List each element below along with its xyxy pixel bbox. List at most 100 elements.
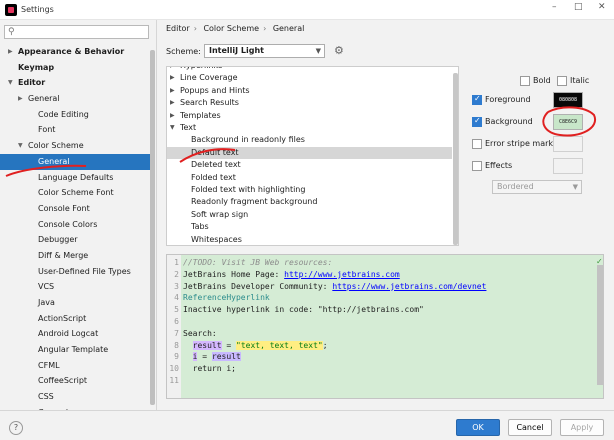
effects-checkbox[interactable] [472,161,482,171]
breadcrumb-item: Color Scheme [203,24,260,33]
sidebar-item[interactable]: Console Colors [0,217,150,233]
sidebar-item-label: Color Scheme [28,141,84,151]
effects-type-dropdown[interactable]: Bordered ▼ [492,180,582,194]
sidebar-item[interactable]: Debugger [0,232,150,248]
sidebar-item[interactable]: Language Defaults [0,170,150,186]
attribute-list-item[interactable]: Tabs [167,221,452,233]
attribute-list-item[interactable]: Default text [167,146,452,160]
attribute-list-item[interactable]: ▶ Search Results [167,97,452,109]
attribute-list-item[interactable]: Folded text [167,172,452,184]
settings-search[interactable]: ⚲ [4,25,149,39]
scheme-dropdown[interactable]: IntelliJ Light ▼ [204,44,325,58]
sidebar-item[interactable]: General [0,153,150,170]
sidebar-item[interactable]: CSS [0,389,150,405]
attribute-list-item[interactable]: ▶ Popups and Hints [167,85,452,97]
maximize-icon[interactable]: □ [574,2,583,12]
sidebar-item[interactable]: ▶ General [0,91,150,107]
sidebar-item[interactable]: ▶ Appearance & Behavior [0,44,150,60]
sidebar-item[interactable]: Keymap [0,60,150,76]
attribute-list-item[interactable]: ▼ Text [167,122,452,134]
line-number: 10 [169,364,179,374]
line-number: 9 [174,352,179,362]
foreground-color-swatch[interactable]: 080808 [553,92,583,108]
error-stripe-swatch[interactable] [553,136,583,152]
attribute-list-item[interactable]: ▶ Line Coverage [167,72,452,84]
code-line: i = result [183,352,241,362]
chevron-right-icon[interactable]: ▶ [170,85,175,97]
sidebar-item[interactable]: VCS [0,279,150,295]
error-stripe-checkbox[interactable] [472,139,482,149]
bold-checkbox[interactable] [520,76,530,86]
background-color-swatch[interactable]: C8E6C9 [553,114,583,130]
chevron-right-icon[interactable]: ▶ [170,97,175,109]
line-number: 5 [174,305,179,315]
sidebar-item[interactable]: Diff & Merge [0,248,150,264]
attribute-list-label: Readonly fragment background [191,197,318,207]
italic-checkbox[interactable] [557,76,567,86]
app-logo-icon [5,4,17,16]
settings-sidebar: ⚲ ▶ Appearance & Behavior Keymap ▼ Editor ▶ Ge… [0,20,157,410]
minimize-icon[interactable]: – [552,2,557,12]
ok-button[interactable]: OK [456,419,500,436]
sidebar-item-label: Java [38,298,55,307]
attribute-list-item[interactable]: Whitespaces [167,234,452,245]
foreground-checkbox[interactable] [472,94,482,105]
attribute-list-label: Templates [180,110,221,120]
attribute-list-label: Default text [191,147,239,157]
sidebar-item-label: Angular Template [38,345,109,355]
chevron-right-icon[interactable]: ▶ [8,44,13,60]
attribute-list-item[interactable]: Deleted text [167,159,452,171]
sidebar-item[interactable]: Android Logcat [0,326,150,342]
attribute-list-item[interactable]: Readonly fragment background [167,196,452,208]
sidebar-item-label: VCS [38,282,55,292]
attribute-list-label: Soft wrap sign [191,209,249,219]
sidebar-scrollbar[interactable] [150,50,155,405]
gear-icon[interactable]: ⚙ [334,44,344,57]
sidebar-item[interactable]: Java [0,295,150,311]
apply-button[interactable]: Apply [560,419,604,436]
attribute-list-label: Background in readonly files [191,135,305,145]
chevron-down-icon[interactable]: ▼ [8,75,13,91]
attribute-list-item[interactable]: Background in readonly files [167,134,452,146]
sidebar-item[interactable]: Font [0,122,150,138]
attributes-scrollbar[interactable] [453,73,458,245]
attribute-list-item[interactable]: Soft wrap sign [167,209,452,221]
attribute-list-item[interactable]: ▶ Templates [167,110,452,122]
chevron-right-icon[interactable]: ▶ [170,72,175,84]
sidebar-item[interactable]: CoffeeScript [0,373,150,389]
code-line: JetBrains Developer Community: https://w… [183,282,486,291]
sidebar-item[interactable]: User-Defined File Types [0,264,150,280]
attribute-list-label: Popups and Hints [180,85,250,95]
line-number: 8 [174,340,179,350]
code-preview[interactable]: 1 //TODO: Visit JB Web resources: 2 JetBrai… [166,254,604,399]
close-icon[interactable]: ✕ [598,2,606,12]
preview-scrollbar[interactable] [597,265,603,385]
sidebar-item[interactable]: CFML [0,358,150,374]
attributes-tree: ▶ Hyperlinks ▶ Line Coverage ▶ Popups and Hin… [166,66,459,246]
sidebar-item[interactable]: ▼ Color Scheme [0,138,150,154]
effects-swatch[interactable] [553,158,583,174]
attribute-list-item[interactable]: Folded text with highlighting [167,184,452,196]
attribute-list-label: Folded text [191,172,236,182]
sidebar-item[interactable]: ActionScript [0,311,150,327]
attribute-list-label: Search Results [180,98,239,108]
chevron-down-icon[interactable]: ▼ [18,138,23,154]
chevron-down-icon[interactable]: ▼ [170,122,175,134]
chevron-right-icon[interactable]: ▶ [170,110,175,122]
cancel-button[interactable]: Cancel [508,419,552,436]
sidebar-item[interactable]: Angular Template [0,342,150,358]
help-button[interactable]: ? [9,421,23,435]
code-token: = [197,352,212,362]
sidebar-item-label: User-Defined File Types [38,266,131,276]
chevron-right-icon[interactable]: ▶ [18,91,23,107]
code-token: = [221,340,236,350]
sidebar-item[interactable]: Color Scheme Font [0,185,150,201]
code-token[interactable]: https://www.jetbrains.com/devnet [332,282,486,291]
sidebar-item[interactable]: Code Editing [0,107,150,123]
background-checkbox[interactable] [472,116,482,127]
sidebar-item[interactable]: Console Font [0,201,150,217]
dialog-footer: ? OK Cancel Apply [0,410,614,440]
code-token[interactable]: http://www.jetbrains.com [284,270,400,279]
sidebar-item[interactable]: ▼ Editor [0,75,150,91]
search-input[interactable] [20,27,145,37]
